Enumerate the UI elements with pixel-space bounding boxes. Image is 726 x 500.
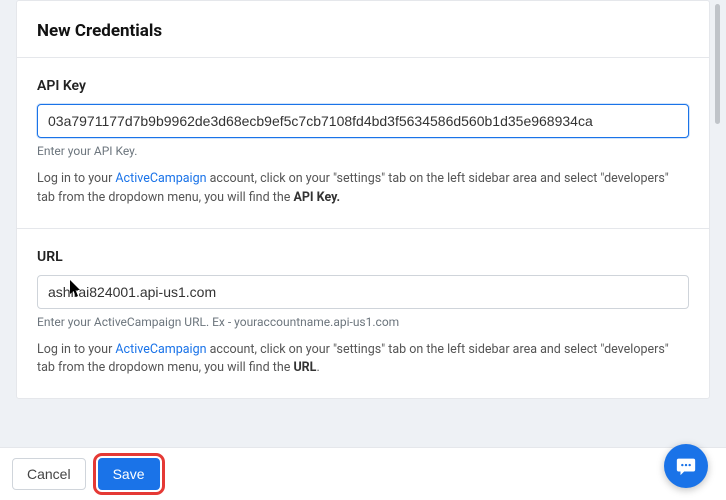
footer-bar: Cancel Save bbox=[0, 447, 726, 500]
url-label: URL bbox=[37, 249, 689, 265]
credentials-card: New Credentials API Key Enter your API K… bbox=[16, 0, 710, 399]
url-help-prefix: Log in to your bbox=[37, 342, 115, 357]
url-help-suffix: . bbox=[316, 360, 319, 375]
api-key-input[interactable] bbox=[37, 104, 689, 138]
api-key-help-link[interactable]: ActiveCampaign bbox=[115, 171, 206, 186]
save-button[interactable]: Save bbox=[98, 458, 160, 490]
page-title: New Credentials bbox=[37, 21, 689, 41]
api-key-section: API Key Enter your API Key. Log in to yo… bbox=[17, 58, 709, 228]
url-input[interactable] bbox=[37, 275, 689, 309]
api-key-label: API Key bbox=[37, 78, 689, 94]
api-key-help-bold: API Key. bbox=[293, 190, 340, 205]
chat-icon bbox=[675, 455, 697, 477]
url-help-link[interactable]: ActiveCampaign bbox=[115, 342, 206, 357]
url-hint: Enter your ActiveCampaign URL. Ex - your… bbox=[37, 315, 689, 329]
card-header: New Credentials bbox=[17, 1, 709, 58]
url-help-bold: URL bbox=[293, 360, 316, 375]
url-help: Log in to your ActiveCampaign account, c… bbox=[37, 341, 689, 379]
scrollbar-thumb[interactable] bbox=[715, 4, 720, 124]
api-key-help-prefix: Log in to your bbox=[37, 171, 115, 186]
chat-fab[interactable] bbox=[664, 444, 708, 488]
api-key-hint: Enter your API Key. bbox=[37, 144, 689, 158]
cancel-button[interactable]: Cancel bbox=[12, 458, 86, 490]
url-section: URL Enter your ActiveCampaign URL. Ex - … bbox=[17, 228, 709, 399]
api-key-help: Log in to your ActiveCampaign account, c… bbox=[37, 170, 689, 208]
